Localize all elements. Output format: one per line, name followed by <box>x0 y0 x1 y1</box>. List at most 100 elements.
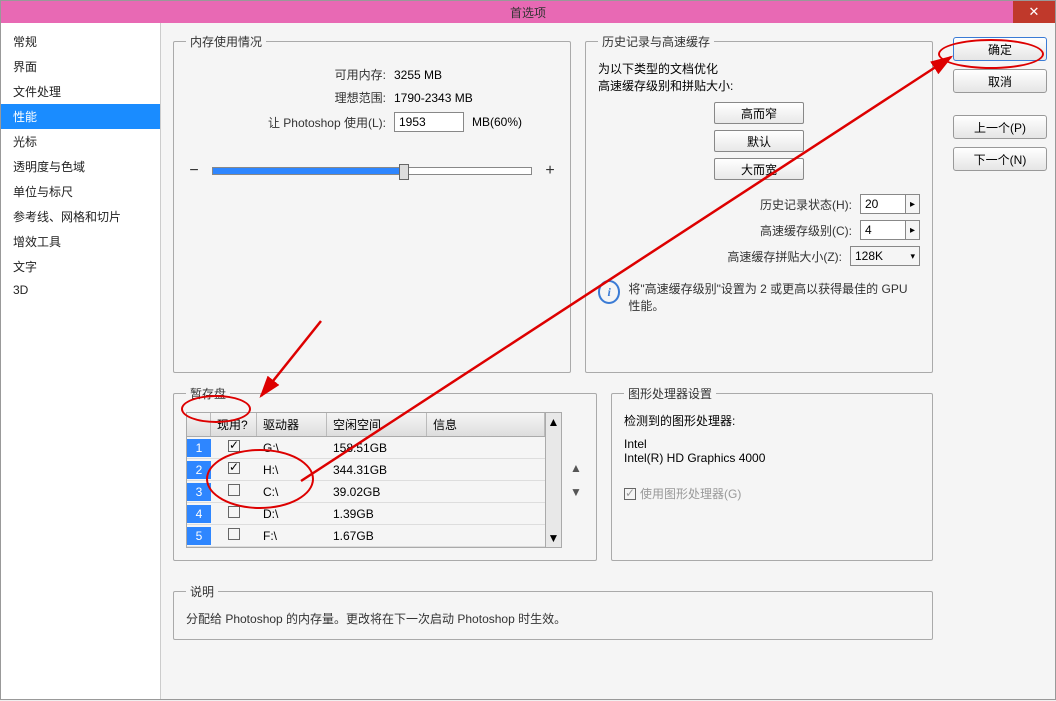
stepper-icon[interactable]: ▸ <box>906 194 920 214</box>
mem-ideal-value: 1790-2343 MB <box>394 91 473 105</box>
sidebar-item-performance[interactable]: 性能 <box>1 104 160 129</box>
col-free[interactable]: 空闲空间 <box>327 413 427 436</box>
mem-let-input[interactable] <box>394 112 464 132</box>
checkbox[interactable] <box>228 462 240 474</box>
sidebar-item-interface[interactable]: 界面 <box>1 54 160 79</box>
checkbox[interactable] <box>228 440 240 452</box>
row-info <box>427 512 545 516</box>
row-info <box>427 446 545 450</box>
history-group: 历史记录与高速缓存 为以下类型的文档优化 高速缓存级别和拼贴大小: 高而窄 默认… <box>585 33 933 373</box>
btn-big-flat[interactable]: 大而宽 <box>714 158 804 180</box>
cache-levels-input[interactable] <box>860 220 906 240</box>
scratch-legend: 暂存盘 <box>186 385 230 402</box>
row-num: 3 <box>187 483 211 501</box>
gpu-legend: 图形处理器设置 <box>624 385 716 402</box>
dialog-title: 首选项 <box>510 4 546 21</box>
row-drive: H:\ <box>257 461 327 479</box>
mem-let-unit: MB(60%) <box>472 115 522 129</box>
mem-available-label: 可用内存: <box>266 66 386 83</box>
table-row[interactable]: 2 H:\344.31GB <box>187 459 545 481</box>
history-legend: 历史记录与高速缓存 <box>598 33 714 50</box>
info-icon: i <box>598 280 620 304</box>
chevron-down-icon: ▾ <box>910 251 915 262</box>
move-down-icon[interactable]: ▼ <box>570 485 582 499</box>
description-group: 说明 分配给 Photoshop 的内存量。更改将在下一次启动 Photosho… <box>173 583 933 640</box>
sidebar-item-type[interactable]: 文字 <box>1 254 160 279</box>
row-drive: D:\ <box>257 505 327 523</box>
slider-plus[interactable]: + <box>542 162 558 180</box>
ok-button[interactable]: 确定 <box>953 37 1047 61</box>
scratch-group: 暂存盘 现用? 驱动器 空闲空间 信息 1 G:\158.51GB 2 H:\344.… <box>173 385 597 561</box>
move-up-icon[interactable]: ▲ <box>570 461 582 475</box>
row-drive: F:\ <box>257 527 327 545</box>
history-states-label: 历史记录状态(H): <box>760 196 852 213</box>
col-num <box>187 413 211 436</box>
table-row[interactable]: 5 F:\1.67GB <box>187 525 545 547</box>
row-info <box>427 468 545 472</box>
history-intro2: 高速缓存级别和拼贴大小: <box>598 77 920 94</box>
col-info[interactable]: 信息 <box>427 413 545 436</box>
gpu-group: 图形处理器设置 检测到的图形处理器: Intel Intel(R) HD Gra… <box>611 385 933 561</box>
row-free: 344.31GB <box>327 461 427 479</box>
mem-let-label: 让 Photoshop 使用(L): <box>206 114 386 131</box>
row-active[interactable] <box>211 504 257 523</box>
btn-tall-narrow[interactable]: 高而窄 <box>714 102 804 124</box>
prev-button[interactable]: 上一个(P) <box>953 115 1047 139</box>
close-button[interactable]: ✕ <box>1013 1 1055 23</box>
memory-legend: 内存使用情况 <box>186 33 266 50</box>
row-info <box>427 534 545 538</box>
use-gpu-checkbox[interactable] <box>624 488 636 500</box>
next-button[interactable]: 下一个(N) <box>953 147 1047 171</box>
row-active[interactable] <box>211 482 257 501</box>
table-row[interactable]: 1 G:\158.51GB <box>187 437 545 459</box>
table-scrollbar[interactable]: ▲▼ <box>546 412 562 548</box>
checkbox[interactable] <box>228 484 240 496</box>
table-row[interactable]: 4 D:\1.39GB <box>187 503 545 525</box>
col-drive[interactable]: 驱动器 <box>257 413 327 436</box>
sidebar-item-units[interactable]: 单位与标尺 <box>1 179 160 204</box>
slider-thumb[interactable] <box>399 164 409 180</box>
slider-minus[interactable]: − <box>186 162 202 180</box>
gpu-model: Intel(R) HD Graphics 4000 <box>624 451 920 465</box>
sidebar-item-filehandling[interactable]: 文件处理 <box>1 79 160 104</box>
row-num: 5 <box>187 527 211 545</box>
btn-default[interactable]: 默认 <box>714 130 804 152</box>
row-num: 4 <box>187 505 211 523</box>
row-free: 1.39GB <box>327 505 427 523</box>
row-free: 158.51GB <box>327 439 427 457</box>
checkbox[interactable] <box>228 506 240 518</box>
row-num: 1 <box>187 439 211 457</box>
row-num: 2 <box>187 461 211 479</box>
row-drive: C:\ <box>257 483 327 501</box>
scratch-table: 现用? 驱动器 空闲空间 信息 1 G:\158.51GB 2 H:\344.31GB… <box>186 412 546 548</box>
row-active[interactable] <box>211 460 257 479</box>
checkbox[interactable] <box>228 528 240 540</box>
use-gpu-label: 使用图形处理器(G) <box>640 485 741 502</box>
cancel-button[interactable]: 取消 <box>953 69 1047 93</box>
cache-levels-label: 高速缓存级别(C): <box>760 222 852 239</box>
row-free: 1.67GB <box>327 527 427 545</box>
sidebar-item-transparency[interactable]: 透明度与色域 <box>1 154 160 179</box>
table-row[interactable]: 3 C:\39.02GB <box>187 481 545 503</box>
mem-available-value: 3255 MB <box>394 68 442 82</box>
cache-tile-label: 高速缓存拼贴大小(Z): <box>727 248 842 265</box>
desc-text: 分配给 Photoshop 的内存量。更改将在下一次启动 Photoshop 时… <box>186 610 920 627</box>
sidebar-item-cursors[interactable]: 光标 <box>1 129 160 154</box>
row-info <box>427 490 545 494</box>
row-active[interactable] <box>211 438 257 457</box>
cache-tile-select[interactable]: 128K ▾ <box>850 246 920 266</box>
stepper-icon[interactable]: ▸ <box>906 220 920 240</box>
row-active[interactable] <box>211 526 257 545</box>
row-free: 39.02GB <box>327 483 427 501</box>
col-active[interactable]: 现用? <box>211 413 257 436</box>
memory-group: 内存使用情况 可用内存: 3255 MB 理想范围: 1790-2343 MB … <box>173 33 571 373</box>
sidebar-item-general[interactable]: 常规 <box>1 29 160 54</box>
row-drive: G:\ <box>257 439 327 457</box>
memory-slider[interactable] <box>212 167 532 175</box>
sidebar-item-guides[interactable]: 参考线、网格和切片 <box>1 204 160 229</box>
sidebar-item-3d[interactable]: 3D <box>1 279 160 301</box>
sidebar-item-plugins[interactable]: 增效工具 <box>1 229 160 254</box>
gpu-detected-label: 检测到的图形处理器: <box>624 412 920 429</box>
history-intro1: 为以下类型的文档优化 <box>598 60 920 77</box>
history-states-input[interactable] <box>860 194 906 214</box>
